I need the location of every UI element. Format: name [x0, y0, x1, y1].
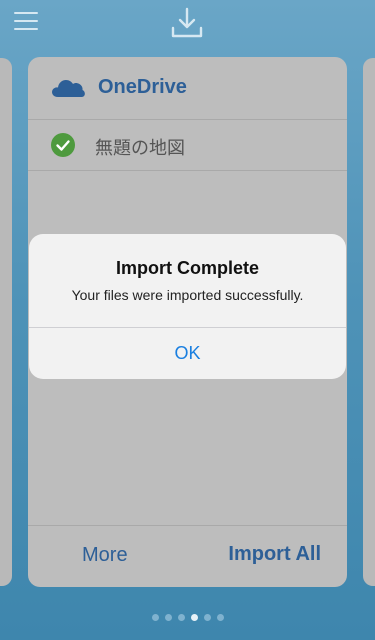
page-dot[interactable]	[151, 614, 159, 621]
page-dot[interactable]	[203, 614, 211, 621]
top-bar	[0, 0, 375, 50]
card-header: OneDrive	[28, 57, 347, 120]
card-footer: More Import All	[28, 525, 347, 587]
file-row[interactable]: 無題の地図	[28, 120, 347, 171]
page-dot[interactable]	[216, 614, 224, 621]
alert-title: Import Complete	[115, 258, 259, 278]
hamburger-menu-icon[interactable]	[14, 12, 38, 32]
service-name: OneDrive	[98, 76, 187, 98]
file-name: 無題の地図	[95, 138, 185, 159]
import-all-button[interactable]: Import All	[228, 543, 321, 566]
onedrive-cloud-icon	[52, 80, 85, 97]
page-dot[interactable]	[164, 614, 172, 621]
previous-card-edge[interactable]	[0, 58, 12, 586]
check-circle-icon	[51, 133, 75, 157]
more-button[interactable]: More	[82, 544, 128, 567]
ok-button[interactable]: OK	[29, 328, 346, 379]
alert-message: Your files were imported successfully.	[71, 287, 304, 303]
import-complete-alert: Import Complete Your files were imported…	[29, 234, 346, 379]
page-indicator	[0, 608, 375, 621]
page-dot-active[interactable]	[190, 614, 198, 621]
page-dot[interactable]	[177, 614, 185, 621]
download-icon[interactable]	[170, 6, 204, 40]
next-card-edge[interactable]	[363, 58, 375, 586]
